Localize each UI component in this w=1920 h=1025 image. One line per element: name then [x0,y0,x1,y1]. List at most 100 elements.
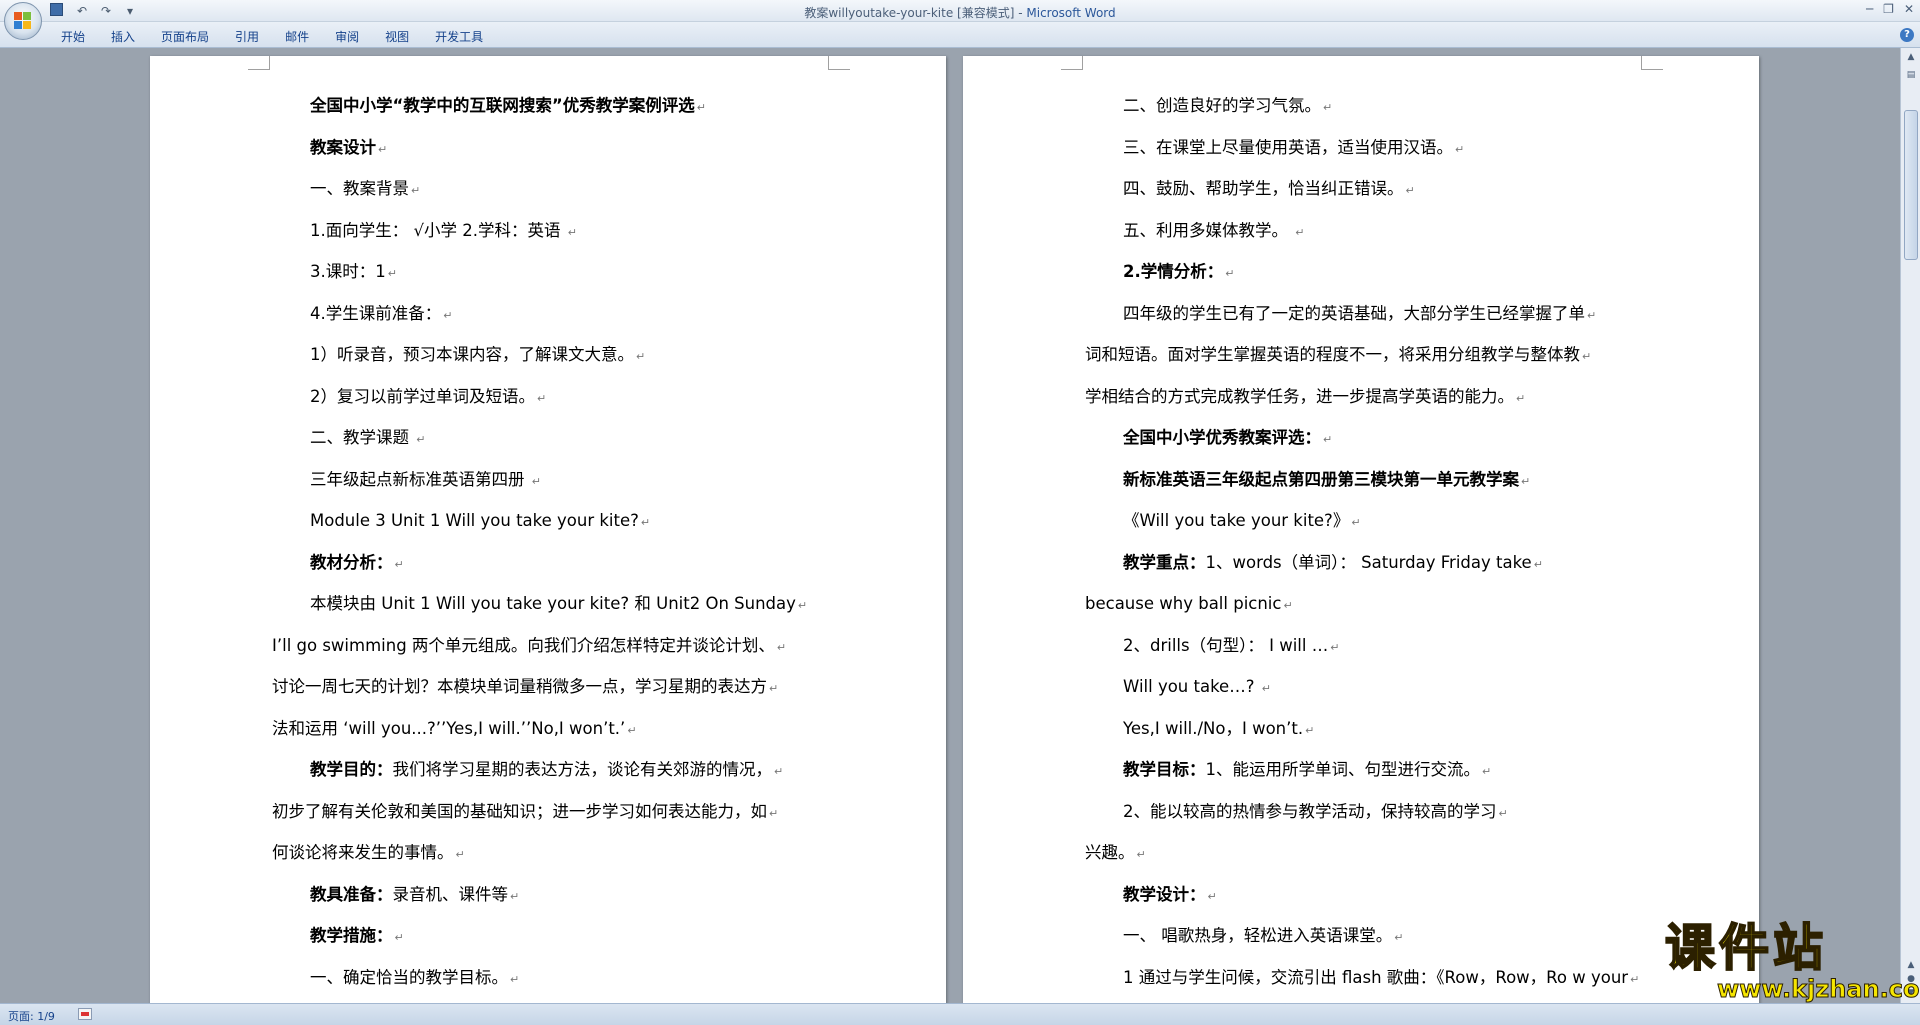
paragraph-mark-icon: ↵ [455,848,465,861]
scroll-up-icon[interactable]: ▲ [1904,52,1918,66]
prev-page-icon[interactable]: ▲ [1904,960,1918,974]
crop-mark-top-left [1061,56,1083,70]
paragraph-line: 二、创造良好的学习气氛。 ↵ [1085,85,1665,127]
paragraph-mark-icon: ↵ [394,557,404,571]
paragraph-line: 教案设计 ↵ [272,127,852,169]
paragraph-line: 2、drills（句型）： I will … ↵ [1085,625,1665,667]
paragraph-mark-icon: ↵ [567,225,577,239]
line-text: 二、教学课题 [310,428,415,447]
watermark-url: www.kjzhan.com [1717,975,1920,1003]
line-text: 教材分析： [310,552,393,572]
paragraph-line: 《Will you take your kite?》 ↵ [1085,500,1665,542]
line-text: 法和运用 ‘will you...?’’Yes,I will.’’No,I wo… [272,718,626,738]
paragraph-mark-icon: ↵ [1225,267,1235,280]
paragraph-mark-icon: ↵ [1261,682,1271,695]
title-bar: ↶ ↷ ▾ 教案willyoutake-your-kite [兼容模式] - M… [0,0,1920,22]
paragraph-line: because why ball picnic ↵ [1085,583,1665,625]
line-text: Module 3 Unit 1 Will you take your kite? [310,511,639,530]
paragraph-mark-icon: ↵ [1521,474,1531,488]
tab-developer[interactable]: 开发工具 [422,28,496,45]
line-text: 一、 唱歌热身，轻松进入英语课堂。 [1123,926,1393,945]
paragraph-mark-icon: ↵ [387,267,397,280]
window-title: 教案willyoutake-your-kite [兼容模式] - Microso… [804,6,1116,20]
tab-insert[interactable]: 插入 [98,28,148,45]
office-button[interactable] [4,2,42,40]
paragraph-mark-icon: ↵ [531,474,541,488]
paragraph-mark-icon: ↵ [1455,142,1465,156]
paragraph-line: 讨论一周七天的计划？本模块单词量稍微多一点，学习星期的表达方 ↵ [272,666,852,708]
line-label: 教具准备： [310,884,393,904]
tab-home[interactable]: 开始 [48,28,98,45]
line-text: 新标准英语三年级起点第四册第三模块第一单元教学案 [1123,469,1519,489]
page-indicator[interactable]: 页面: 1/9 [8,1008,55,1024]
paragraph-line: 四年级的学生已有了一定的英语基础，大部分学生已经掌握了单 ↵ [1085,293,1665,335]
tab-view[interactable]: 视图 [372,28,422,45]
line-text: 何谈论将来发生的事情。 [272,843,454,862]
paragraph-line: 全国中小学“教学中的互联网搜索”优秀教学案例评选 ↵ [272,85,852,127]
paragraph-line: 3.课时：1 ↵ [272,251,852,293]
paragraph-mark-icon: ↵ [636,350,646,363]
page-left-text: 全国中小学“教学中的互联网搜索”优秀教学案例评选 ↵ 教案设计 ↵ 一、教案背景 ↵ 1.面… [272,85,852,998]
paragraph-line: 新标准英语三年级起点第四册第三模块第一单元教学案 ↵ [1085,459,1665,501]
paragraph-mark-icon: ↵ [416,433,426,446]
line-text: 2.学情分析： [1123,262,1224,281]
paragraph-mark-icon: ↵ [776,640,787,654]
paragraph-line: 2）复习以前学过单词及短语。 ↵ [272,376,852,418]
crop-mark-top-left [248,56,270,70]
close-button[interactable]: ✕ [1904,2,1914,16]
document-workspace: 全国中小学“教学中的互联网搜索”优秀教学案例评选 ↵ 教案设计 ↵ 一、教案背景 ↵ 1.面… [0,48,1900,1003]
tab-review[interactable]: 审阅 [322,28,372,45]
line-text: 1、words（单词）： Saturday Friday take [1205,552,1532,572]
paragraph-line: 教学重点：1、words（单词）： Saturday Friday take ↵ [1085,542,1665,584]
paragraph-mark-icon: ↵ [1305,723,1315,737]
line-text: 我们将学习星期的表达方法，谈论有关郊游的情况， [392,760,773,779]
ruler-toggle-icon[interactable]: ▤ [1904,70,1918,84]
line-text: 一、确定恰当的教学目标。 [310,967,508,987]
line-label: 教学重点： [1123,552,1206,572]
paragraph-mark-icon: ↵ [411,184,421,197]
paragraph-line: 词和短语。面对学生掌握英语的程度不一，将采用分组教学与整体教 ↵ [1085,334,1665,376]
paragraph-line: 三年级起点新标准英语第四册 ↵ [272,459,852,501]
paragraph-line: 1 通过与学生问候，交流引出 flash 歌曲：《Row，Row，Ro w yo… [1085,957,1665,999]
paragraph-line: 1.面向学生： √小学 2.学科：英语 ↵ [272,210,852,252]
paragraph-mark-icon: ↵ [627,723,637,737]
tab-mailings[interactable]: 邮件 [272,28,322,45]
line-text: 2）复习以前学过单词及短语。 [310,386,535,406]
restore-button[interactable]: ❐ [1883,2,1894,16]
line-text: 二、创造良好的学习气氛。 [1123,96,1321,115]
minimize-button[interactable]: ─ [1866,2,1873,16]
paragraph-mark-icon: ↵ [1330,640,1340,654]
proofing-icon[interactable] [78,1008,92,1020]
paragraph-mark-icon: ↵ [1295,225,1305,239]
scroll-thumb[interactable] [1904,110,1918,260]
vertical-scrollbar[interactable]: ▲ ▤ ▲ ● ▼ [1900,48,1920,1003]
paragraph-line: 教学措施： ↵ [272,915,852,957]
paragraph-line: 1）听录音，预习本课内容，了解课文大意。 ↵ [272,334,852,376]
paragraph-line: 一、教案背景 ↵ [272,168,852,210]
line-label: 教学目标： [1123,760,1206,779]
crop-mark-top-right [1641,56,1663,70]
line-text: 词和短语。面对学生掌握英语的程度不一，将采用分组教学与整体教 [1085,345,1580,364]
paragraph-line: 本模块由 Unit 1 Will you take your kite? 和 U… [272,583,852,625]
paragraph-line: 教学设计： ↵ [1085,874,1665,916]
help-icon[interactable]: ? [1900,28,1914,42]
paragraph-line: 教学目标：1、能运用所学单词、句型进行交流。 ↵ [1085,749,1665,791]
line-label: 教学目的： [310,760,393,779]
paragraph-line: I’ll go swimming 两个单元组成。向我们介绍怎样特定并谈论计划、 ↵ [272,625,852,667]
paragraph-line: 四、鼓励、帮助学生，恰当纠正错误。 ↵ [1085,168,1665,210]
line-text: 讨论一周七天的计划？本模块单词量稍微多一点，学习星期的表达方 [272,677,767,696]
tab-page-layout[interactable]: 页面布局 [148,28,222,45]
paragraph-mark-icon: ↵ [510,972,520,986]
paragraph-mark-icon: ↵ [510,889,520,903]
line-text: 教学措施： [310,926,393,945]
document-name: 教案willyoutake-your-kite [兼容模式] [804,6,1015,20]
tab-references[interactable]: 引用 [222,28,272,45]
line-text: 1 通过与学生问候，交流引出 flash 歌曲：《Row，Row，Ro w yo… [1123,967,1629,987]
line-text: 2、drills（句型）： I will … [1123,635,1329,655]
paragraph-line: 2、能以较高的热情参与教学活动，保持较高的学习 ↵ [1085,791,1665,833]
window-controls: ─ ❐ ✕ [1866,2,1914,16]
document-page-right[interactable]: 二、创造良好的学习气氛。 ↵ 三、在课堂上尽量使用英语，适当使用汉语。 ↵ 四、鼓励、帮… [963,56,1759,1003]
document-page-left[interactable]: 全国中小学“教学中的互联网搜索”优秀教学案例评选 ↵ 教案设计 ↵ 一、教案背景 ↵ 1.面… [150,56,946,1003]
paragraph-line: Will you take…? ↵ [1085,666,1665,708]
line-text: 全国中小学优秀教案评选： [1123,428,1321,447]
